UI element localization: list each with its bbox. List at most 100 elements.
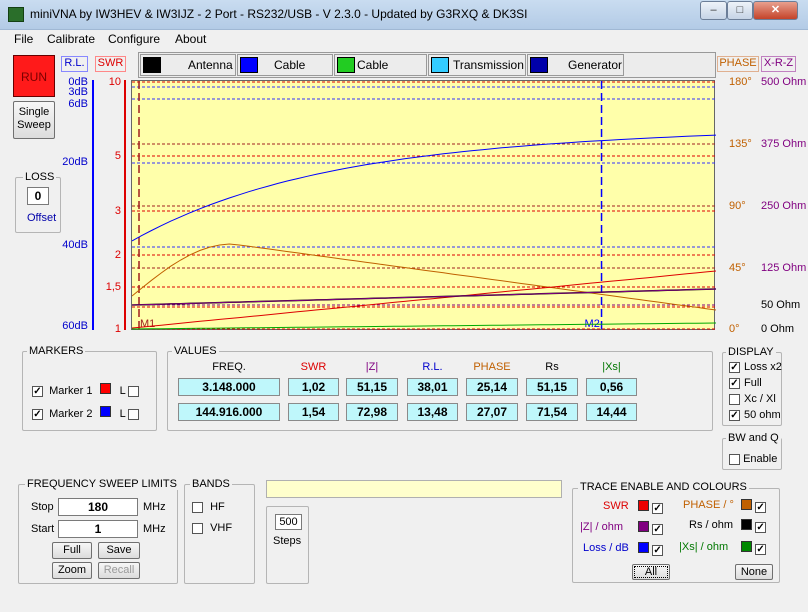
rl-tick-label: 60dB — [62, 320, 88, 332]
tab-cable-loss[interactable]: Cable Loss — [237, 54, 333, 92]
swr-tick-label: 1 — [114, 323, 121, 335]
trace-all-button[interactable]: All — [632, 564, 670, 580]
display-option-checkbox[interactable]: ✓ — [729, 361, 740, 373]
trace-none-button[interactable]: None — [735, 564, 773, 580]
band-hf-label: HF — [210, 501, 225, 513]
menu-calibrate[interactable]: Calibrate — [47, 32, 95, 46]
marker1-color-swatch[interactable] — [99, 383, 111, 394]
rl-axis-header: R.L. — [61, 56, 88, 72]
swr-tick-label: 2 — [114, 249, 121, 261]
stop-unit: MHz — [143, 501, 166, 513]
ohm-tick-label: 125 Ohm — [761, 262, 807, 274]
bwq-enable-checkbox[interactable] — [729, 453, 740, 465]
steps-label: Steps — [273, 535, 302, 547]
menu-about[interactable]: About — [175, 32, 206, 46]
swr-tick-label: 1,5 — [105, 281, 121, 293]
zoom-button[interactable]: Zoom — [52, 562, 92, 579]
values-cell: 38,01 — [407, 378, 458, 396]
rl-tick-label: 3dB — [68, 86, 88, 98]
trace-rs-controls: ✓ — [741, 519, 767, 533]
trace-title: TRACE ENABLE AND COLOURS — [578, 481, 749, 493]
trace-loss-controls: ✓ — [638, 542, 664, 556]
marker2-label: Marker 2 — [49, 408, 93, 420]
trace-loss-color[interactable] — [638, 542, 649, 553]
display-option-checkbox[interactable] — [729, 393, 740, 405]
xs-trace — [131, 322, 717, 330]
tab-transmission[interactable]: Transmission — [428, 54, 526, 76]
marker2-color-swatch[interactable] — [99, 406, 111, 417]
rl-tick-label: 20dB — [62, 156, 88, 168]
marker1-l-checkbox[interactable] — [128, 385, 140, 397]
trace-phase-color[interactable] — [741, 499, 752, 510]
trace-swr-checkbox[interactable]: ✓ — [652, 502, 664, 514]
trace-z-checkbox[interactable]: ✓ — [652, 523, 664, 535]
trace-xs-controls: ✓ — [741, 541, 767, 555]
trace-swr-color[interactable] — [638, 500, 649, 511]
trace-rs-color[interactable] — [741, 519, 752, 530]
trace-rs-checkbox[interactable]: ✓ — [755, 521, 767, 533]
swr-tick-label: 3 — [114, 205, 121, 217]
bwq-enable-label: Enable — [743, 453, 778, 465]
values-header: R.L. — [422, 361, 443, 373]
minimize-button[interactable]: – — [700, 1, 727, 20]
steps-input[interactable]: 500 — [275, 514, 302, 530]
trace-phase-checkbox[interactable]: ✓ — [755, 501, 767, 513]
rl-tick-label: 6dB — [68, 98, 88, 110]
display-option-checkbox[interactable]: ✓ — [729, 409, 740, 421]
tab-antenna-label: Antenna — [188, 58, 233, 72]
loss-input[interactable]: 0 — [27, 187, 49, 205]
values-cell: 25,14 — [466, 378, 518, 396]
start-freq-input[interactable]: 1 — [58, 520, 138, 538]
swr-axis-header: SWR — [95, 56, 126, 72]
values-header: FREQ. — [212, 361, 246, 373]
rl-trace — [131, 134, 717, 242]
trace-z-color[interactable] — [638, 521, 649, 532]
stop-freq-input[interactable]: 180 — [58, 498, 138, 516]
ohm-tick-label: 500 Ohm — [761, 76, 807, 88]
marker1-row: ✓ Marker 1 L — [32, 383, 140, 397]
marker1-checkbox[interactable]: ✓ — [32, 385, 43, 397]
start-unit: MHz — [143, 523, 166, 535]
single-sweep-button[interactable]: Single Sweep — [13, 101, 55, 139]
swr-axis-line — [124, 80, 126, 330]
bands-group — [184, 484, 255, 584]
band-hf-checkbox[interactable] — [192, 501, 203, 513]
start-label: Start — [31, 523, 55, 535]
rl-tick-label: 40dB — [62, 239, 88, 251]
menu-configure[interactable]: Configure — [108, 32, 160, 46]
recall-button[interactable]: Recall — [98, 562, 140, 579]
marker2-checkbox[interactable]: ✓ — [32, 408, 43, 420]
tab-generator[interactable]: Generator — [527, 54, 624, 76]
save-button[interactable]: Save — [98, 542, 140, 559]
swr-trace — [131, 270, 717, 329]
band-vhf-checkbox[interactable] — [192, 522, 203, 534]
trace-swr-label: SWR — [603, 500, 629, 512]
chart-plot: M1 M2 — [131, 81, 717, 331]
trace-phase-label: PHASE / ° — [683, 499, 734, 511]
trace-z-controls: ✓ — [638, 521, 664, 535]
menu-file[interactable]: File — [14, 32, 33, 46]
trace-xs-color[interactable] — [741, 541, 752, 552]
tab-antenna[interactable]: Antenna — [140, 54, 236, 76]
trace-loss-checkbox[interactable]: ✓ — [652, 544, 664, 556]
display-option: ✓ Full — [729, 377, 762, 389]
display-option-label: Xc / Xl — [744, 393, 776, 405]
display-option-label: Loss x2 — [744, 361, 782, 373]
values-cell: 71,54 — [526, 403, 578, 421]
display-option-checkbox[interactable]: ✓ — [729, 377, 740, 389]
display-option: ✓ Loss x2 — [729, 361, 782, 373]
marker2-l-checkbox[interactable] — [128, 408, 140, 420]
values-header: SWR — [300, 361, 327, 373]
maximize-button[interactable]: □ — [727, 1, 753, 20]
phase-tick-label: 0° — [729, 323, 740, 335]
full-button[interactable]: Full — [52, 542, 92, 559]
display-option: ✓ 50 ohm — [729, 409, 781, 421]
status-bar — [266, 480, 562, 498]
tab-cable-length[interactable]: Cable Length — [334, 54, 427, 92]
close-button[interactable]: ✕ — [753, 1, 798, 20]
display-option-label: Full — [744, 377, 762, 389]
values-title: VALUES — [172, 345, 219, 357]
run-button[interactable]: RUN — [13, 55, 55, 97]
phase-trace — [131, 243, 717, 311]
trace-xs-checkbox[interactable]: ✓ — [755, 543, 767, 555]
